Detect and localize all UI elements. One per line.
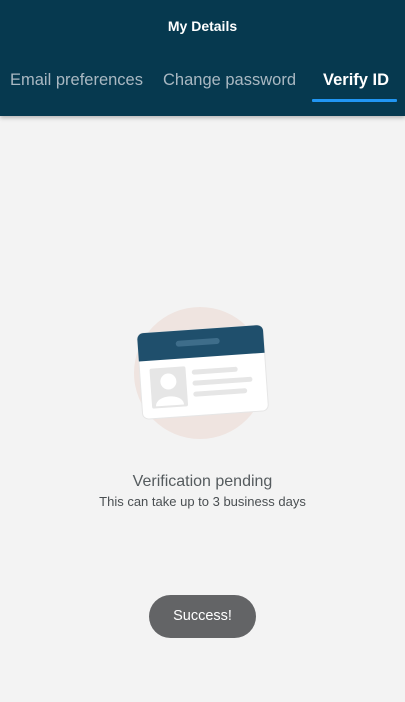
verification-status-subtitle: This can take up to 3 business days xyxy=(99,494,306,509)
success-toast: Success! xyxy=(149,595,256,638)
tab-change-password[interactable]: Change password xyxy=(163,60,296,100)
tab-verify-id[interactable]: Verify ID xyxy=(323,60,389,100)
tab-active-indicator xyxy=(312,99,397,102)
tab-email-preferences[interactable]: Email preferences xyxy=(10,60,143,100)
tab-bar: Email preferences Change password Verify… xyxy=(0,60,405,104)
app-bar: My Details Email preferences Change pass… xyxy=(0,0,405,116)
page-title: My Details xyxy=(167,18,238,34)
id-card-icon xyxy=(134,303,274,443)
verification-status-title: Verification pending xyxy=(132,473,273,490)
